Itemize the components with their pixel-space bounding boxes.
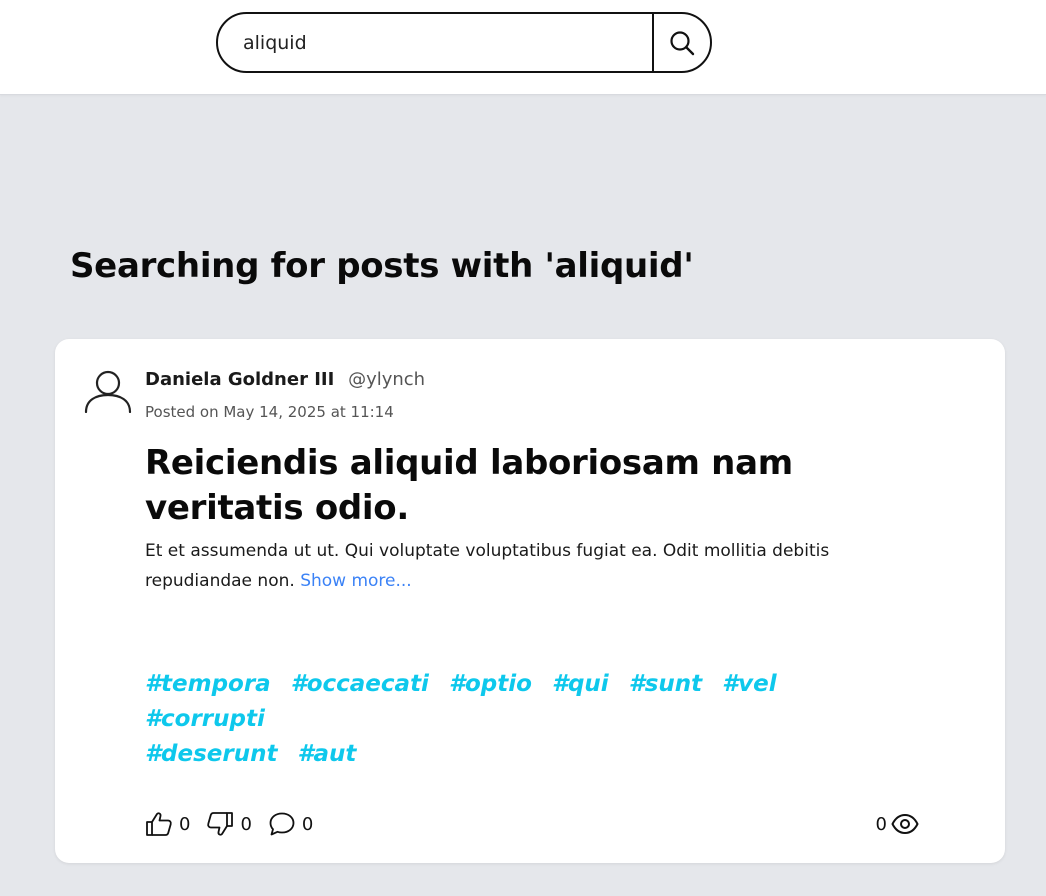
view-count-value: 0 <box>875 813 887 835</box>
author-name[interactable]: Daniela Goldner III <box>145 369 334 390</box>
like-count: 0 <box>179 813 191 835</box>
dislike-button[interactable]: 0 <box>206 811 252 837</box>
dislike-count: 0 <box>240 813 252 835</box>
search-icon <box>670 30 695 55</box>
tag-link[interactable]: #deserunt <box>145 741 277 767</box>
author-line: Daniela Goldner III @ylynch <box>145 369 425 390</box>
tag-link[interactable]: #corrupti <box>145 706 265 732</box>
tag-link[interactable]: #aut <box>297 741 356 767</box>
page-title: Searching for posts with 'aliquid' <box>70 246 694 286</box>
post-card: Daniela Goldner III @ylynch Posted on Ma… <box>55 339 1005 863</box>
tag-link[interactable]: #optio <box>449 671 532 697</box>
comment-icon <box>269 812 295 836</box>
tag-link[interactable]: #occaecati <box>291 671 429 697</box>
search-button[interactable] <box>654 14 710 71</box>
comment-count: 0 <box>301 813 314 835</box>
author-handle[interactable]: @ylynch <box>348 369 425 390</box>
comment-button[interactable]: 0 <box>268 811 313 837</box>
search-bar <box>216 12 712 73</box>
post-title[interactable]: Reiciendis aliquid laboriosam nam verita… <box>145 441 935 531</box>
tag-link[interactable]: #sunt <box>629 671 702 697</box>
thumbs-down-icon <box>207 812 234 836</box>
post-excerpt-text: Et et assumenda ut ut. Qui voluptate vol… <box>145 541 830 591</box>
top-bar <box>0 0 1046 95</box>
tag-link[interactable]: #qui <box>552 671 609 697</box>
tag-link[interactable]: #tempora <box>145 671 271 697</box>
like-button[interactable]: 0 <box>145 811 190 837</box>
tag-list: #tempora #occaecati #optio #qui #sunt #v… <box>145 667 845 772</box>
post-actions: 0 0 0 <box>145 809 329 839</box>
eye-icon <box>891 814 919 834</box>
search-input[interactable] <box>218 14 652 71</box>
thumbs-up-icon <box>146 812 172 836</box>
user-icon[interactable] <box>83 369 133 413</box>
post-timestamp: Posted on May 14, 2025 at 11:14 <box>145 403 394 421</box>
post-excerpt: Et et assumenda ut ut. Qui voluptate vol… <box>145 536 905 596</box>
tag-link[interactable]: #vel <box>722 671 776 697</box>
show-more-link[interactable]: Show more... <box>300 571 412 591</box>
view-count: 0 <box>876 809 919 839</box>
